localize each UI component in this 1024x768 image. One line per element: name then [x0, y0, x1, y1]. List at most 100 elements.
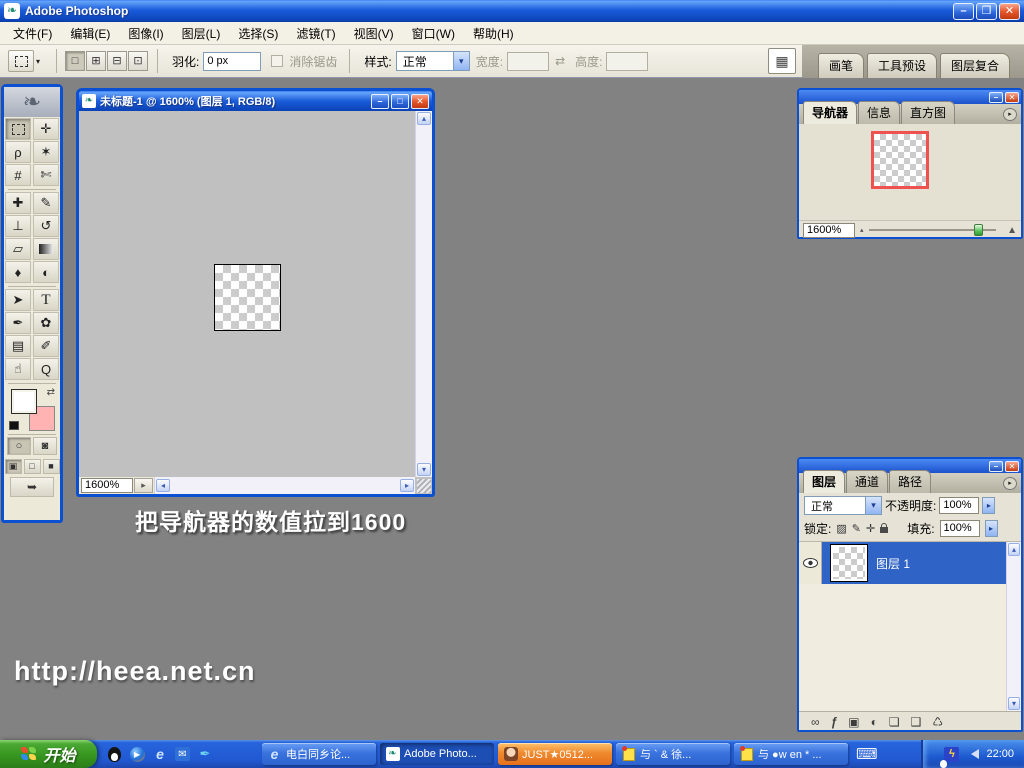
default-colors-icon[interactable] [9, 421, 19, 430]
status-menu-icon[interactable]: ▸ [134, 478, 153, 493]
standard-mode-button[interactable]: ○ [7, 437, 31, 455]
tab-layers[interactable]: 图层 [803, 470, 845, 493]
well-tab-brushes[interactable]: 画笔 [818, 53, 864, 78]
internet-explorer-icon[interactable]: e [152, 746, 168, 762]
scroll-right-icon[interactable]: ▸ [400, 479, 414, 492]
opacity-field[interactable]: 100% [939, 497, 979, 514]
tool-lasso[interactable]: ρ [5, 141, 31, 163]
visibility-cell[interactable] [799, 542, 822, 584]
horizontal-scrollbar[interactable]: ◂ ▸ [154, 477, 415, 494]
layer-list-scrollbar[interactable]: ▴ ▾ [1006, 542, 1021, 711]
taskbar-item-qq-chat[interactable]: JUST★0512... [498, 743, 612, 765]
well-tab-layer-comps[interactable]: 图层复合 [940, 53, 1010, 78]
taskbar-item-forum[interactable]: e 电白同乡论... [262, 743, 376, 765]
scroll-left-icon[interactable]: ◂ [156, 479, 170, 492]
tool-gradient[interactable] [33, 238, 59, 260]
jump-to-imageready-button[interactable]: ➥ [10, 477, 54, 497]
doc-minimize-button[interactable]: – [371, 94, 389, 109]
lock-transparency-icon[interactable]: ▨ [836, 522, 846, 535]
tab-navigator[interactable]: 导航器 [803, 101, 857, 124]
navigator-proxy-view[interactable] [871, 131, 929, 189]
taskbar-item-photoshop[interactable]: ❧ Adobe Photo... [380, 743, 494, 765]
panel-close-button[interactable]: ✕ [1005, 92, 1019, 103]
tool-custom-shape[interactable]: ✿ [33, 312, 59, 334]
document-canvas[interactable] [79, 111, 415, 477]
navigator-zoom-field[interactable]: 1600% [803, 223, 855, 238]
chevron-down-icon[interactable]: ▾ [36, 57, 40, 66]
tool-path-selection[interactable]: ➤ [5, 289, 31, 311]
tab-info[interactable]: 信息 [858, 101, 900, 124]
selection-mode-add[interactable]: ⊞ [86, 51, 106, 71]
selection-mode-intersect[interactable]: ⊡ [128, 51, 148, 71]
qq-quicklaunch-icon[interactable] [106, 746, 122, 762]
pen-quicklaunch-icon[interactable]: ✒ [197, 746, 213, 762]
menu-window[interactable]: 窗口(W) [403, 21, 464, 46]
lock-position-icon[interactable]: ✛ [866, 522, 875, 535]
menu-file[interactable]: 文件(F) [4, 21, 61, 46]
panel-menu-icon[interactable]: ▸ [1003, 108, 1017, 121]
menu-help[interactable]: 帮助(H) [464, 21, 523, 46]
new-layer-icon[interactable]: ❑ [911, 715, 922, 729]
fill-field[interactable]: 100% [940, 520, 980, 537]
tool-zoom[interactable]: Q [33, 358, 59, 380]
menu-filter[interactable]: 滤镜(T) [287, 21, 344, 46]
quick-mask-mode-button[interactable]: ◙ [33, 437, 57, 455]
zoom-slider-thumb[interactable] [974, 224, 983, 236]
tool-type[interactable]: T [33, 289, 59, 311]
menu-layer[interactable]: 图层(L) [173, 21, 230, 46]
transparent-artboard[interactable] [214, 264, 281, 331]
tab-channels[interactable]: 通道 [846, 470, 888, 493]
height-input[interactable] [606, 52, 648, 71]
fullscreen-menubar-button[interactable]: □ [24, 459, 41, 474]
tool-eyedropper[interactable]: ✐ [33, 335, 59, 357]
tool-rectangular-marquee[interactable] [5, 118, 31, 140]
scroll-down-icon[interactable]: ▾ [1008, 697, 1020, 710]
tool-pen[interactable]: ✒ [5, 312, 31, 334]
tool-healing-brush[interactable]: ✚ [5, 192, 31, 214]
tool-eraser[interactable]: ▱ [5, 238, 31, 260]
tool-brush[interactable]: ✎ [33, 192, 59, 214]
antialias-checkbox[interactable] [271, 55, 283, 67]
panel-menu-icon[interactable]: ▸ [1003, 477, 1017, 490]
lock-pixels-icon[interactable]: ✎ [852, 522, 861, 535]
tab-paths[interactable]: 路径 [889, 470, 931, 493]
opacity-arrow-icon[interactable]: ▸ [982, 497, 995, 514]
tool-magic-wand[interactable]: ✶ [33, 141, 59, 163]
fullscreen-button[interactable]: ■ [43, 459, 60, 474]
doc-zoom-field[interactable]: 1600% [81, 478, 133, 493]
standard-screen-button[interactable]: ▣ [5, 459, 22, 474]
layer-row-selected[interactable]: 图层 1 [799, 542, 1006, 584]
swap-colors-icon[interactable]: ⇄ [47, 387, 55, 398]
swap-dimensions-icon[interactable]: ⇄ [555, 54, 565, 68]
delete-layer-icon[interactable]: ♺ [932, 715, 943, 729]
volume-icon[interactable] [966, 749, 979, 759]
blend-mode-select[interactable]: 正常 ▾ [804, 496, 882, 515]
mail-icon[interactable]: ✉ [175, 747, 190, 761]
restore-button[interactable]: ❐ [976, 3, 997, 20]
zoom-slider[interactable] [869, 229, 997, 231]
link-layers-icon[interactable]: ∞ [811, 715, 820, 729]
tool-move[interactable]: ✛ [33, 118, 59, 140]
layer-group-icon[interactable]: ❏ [889, 715, 900, 729]
menu-edit[interactable]: 编辑(E) [61, 21, 119, 46]
tool-blur[interactable]: ♦ [5, 261, 31, 283]
tool-crop[interactable]: # [5, 164, 31, 186]
menu-select[interactable]: 选择(S) [229, 21, 287, 46]
close-button[interactable]: ✕ [999, 3, 1020, 20]
tray-app-icon[interactable]: ϟ [944, 747, 959, 762]
tool-clone-stamp[interactable]: ⊥ [5, 215, 31, 237]
tool-preset-button[interactable] [8, 50, 34, 72]
menu-image[interactable]: 图像(I) [119, 21, 172, 46]
taskbar-item-chat-1[interactable]: 与 ` & 徐... [616, 743, 730, 765]
menu-view[interactable]: 视图(V) [345, 21, 403, 46]
scroll-up-icon[interactable]: ▴ [417, 112, 431, 125]
minimize-button[interactable]: – [953, 3, 974, 20]
tab-histogram[interactable]: 直方图 [901, 101, 955, 124]
scroll-down-icon[interactable]: ▾ [417, 463, 431, 476]
fill-arrow-icon[interactable]: ▸ [985, 520, 998, 537]
foreground-color-swatch[interactable] [11, 389, 37, 414]
layer-style-icon[interactable]: ƒ [831, 715, 838, 729]
tool-history-brush[interactable]: ↺ [33, 215, 59, 237]
input-method-keyboard-icon[interactable]: ⌨ [856, 745, 878, 763]
file-browser-button[interactable]: ▦ [768, 48, 796, 74]
